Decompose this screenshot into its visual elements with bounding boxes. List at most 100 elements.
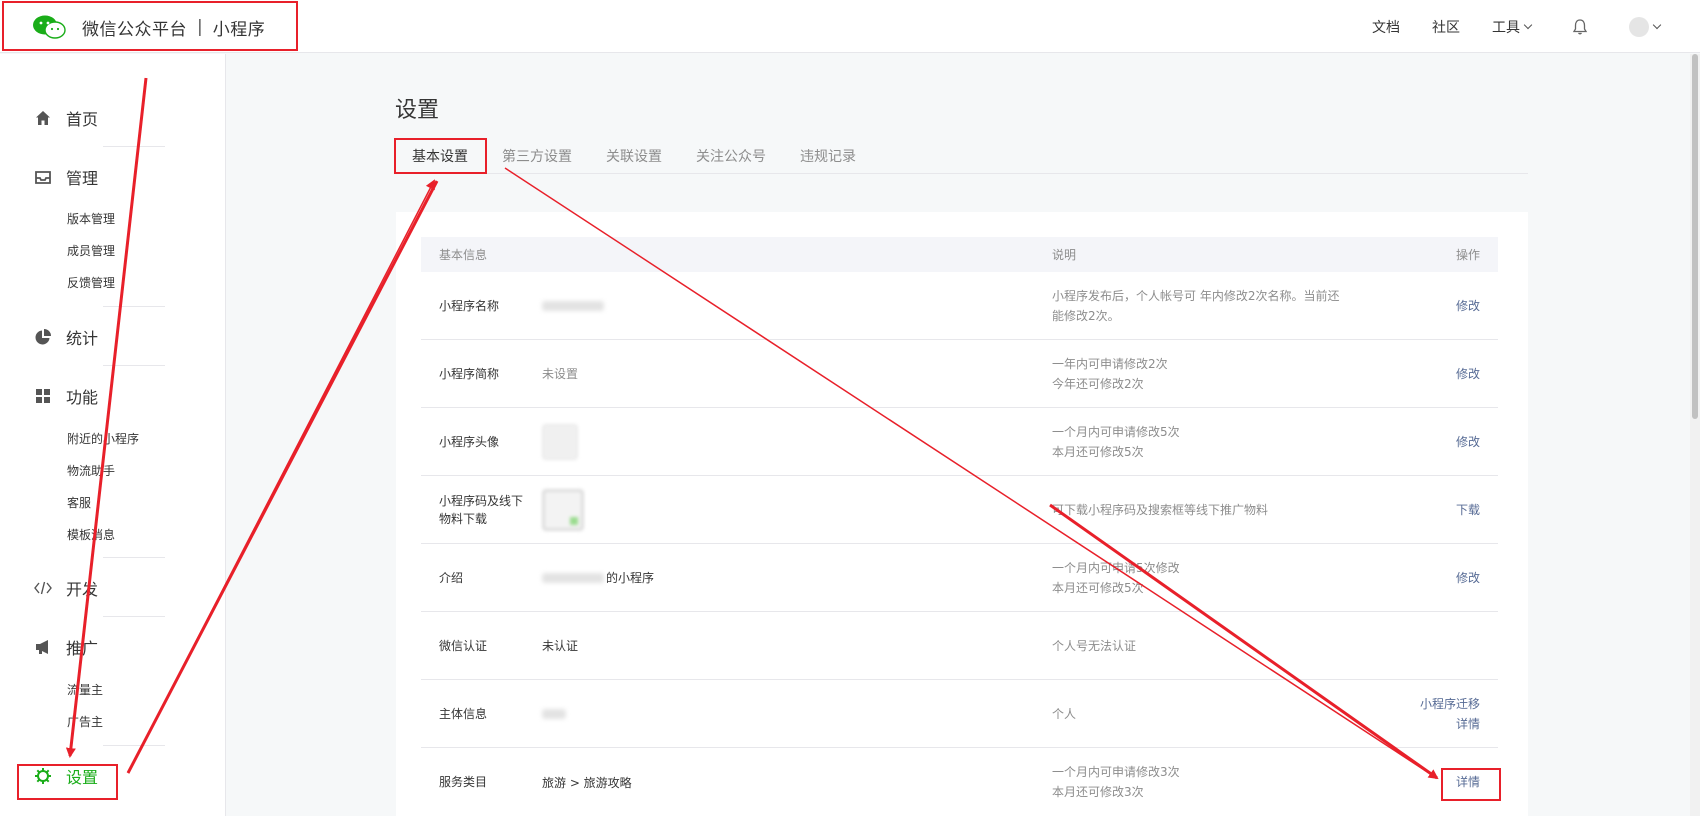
sidebar-item-stats[interactable]: 统计 <box>0 325 165 349</box>
sidebar-subitem-version[interactable]: 版本管理 <box>0 203 115 235</box>
sidebar: 首页 管理 版本管理 成员管理 反馈管理 统计 功能 附近的小程序 物流助手 客… <box>0 54 226 816</box>
sidebar-subitem-advertiser[interactable]: 广告主 <box>0 706 103 738</box>
chevron-down-icon[interactable] <box>1652 20 1662 29</box>
community-link[interactable]: 社区 <box>1432 17 1460 37</box>
docs-link[interactable]: 文档 <box>1372 17 1400 37</box>
row-desc: 个人号无法认证 <box>1052 638 1137 653</box>
row-actions: 小程序迁移 详情 <box>1402 694 1498 734</box>
sidebar-item-label: 功能 <box>66 388 99 407</box>
sidebar-subitem-template[interactable]: 模板消息 <box>0 519 139 551</box>
row-desc: 一年内可申请修改2次 今年还可修改2次 <box>1052 356 1168 391</box>
row-label: 微信认证 <box>439 638 488 653</box>
home-icon <box>34 109 52 127</box>
header-op: 操作 <box>1455 247 1480 262</box>
row-label: 小程序简称 <box>439 366 500 381</box>
row-desc: 一个月内可申请修改5次 本月还可修改5次 <box>1052 424 1180 459</box>
table-row: 服务类目 旅游 > 旅游攻略 一个月内可申请修改3次 本月还可修改3次 详情 <box>421 748 1498 816</box>
row-value: 未设置 <box>542 367 579 381</box>
blurred-value <box>542 572 604 583</box>
row-value: 旅游 > 旅游攻略 <box>542 775 632 790</box>
pie-chart-icon <box>34 328 52 346</box>
divider <box>103 146 165 147</box>
annotation-box-settings <box>17 764 118 800</box>
basic-info-table: 基本信息 说明 操作 小程序名称 小程序发布后，个人帐号可 年内修改2次名称。当… <box>421 237 1498 816</box>
table-row: 小程序码及线下物料下载 可下载小程序码及搜索框等线下推广物料 下载 <box>421 476 1498 544</box>
sidebar-subitem-service[interactable]: 客服 <box>0 487 139 519</box>
table-header: 基本信息 说明 操作 <box>421 237 1498 272</box>
tab-association[interactable]: 关联设置 <box>589 140 679 174</box>
sidebar-item-label: 首页 <box>66 110 99 129</box>
edit-intro-link[interactable]: 修改 <box>1402 568 1498 588</box>
qr-code-icon <box>542 488 584 531</box>
sidebar-subitem-feedback[interactable]: 反馈管理 <box>0 267 115 299</box>
sidebar-item-features[interactable]: 功能 <box>0 384 165 408</box>
divider <box>103 365 165 366</box>
row-desc: 一个月内可申请5次修改 本月还可修改5次 <box>1052 560 1180 595</box>
row-label: 介绍 <box>439 570 464 585</box>
row-label: 小程序头像 <box>439 434 500 449</box>
sidebar-item-promo[interactable]: 推广 <box>0 635 165 659</box>
annotation-box-basic-tab <box>394 138 487 174</box>
row-desc: 一个月内可申请修改3次 本月还可修改3次 <box>1052 765 1180 799</box>
row-label: 小程序码及线下物料下载 <box>439 493 524 526</box>
edit-avatar-link[interactable]: 修改 <box>1402 432 1498 452</box>
migrate-link[interactable]: 小程序迁移 <box>1420 697 1480 711</box>
row-value: 的小程序 <box>606 571 655 585</box>
tab-third-party[interactable]: 第三方设置 <box>485 140 589 174</box>
table-row: 小程序简称 未设置 一年内可申请修改2次 今年还可修改2次 修改 <box>421 340 1498 408</box>
sidebar-item-home[interactable]: 首页 <box>0 106 165 130</box>
scrollbar-thumb[interactable] <box>1692 54 1698 419</box>
avatar-thumbnail <box>542 423 578 460</box>
edit-short-name-link[interactable]: 修改 <box>1402 364 1498 384</box>
tab-violations[interactable]: 违规记录 <box>783 140 873 174</box>
row-label: 小程序名称 <box>439 298 500 313</box>
annotation-box-details <box>1441 768 1501 801</box>
features-submenu: 附近的小程序 物流助手 客服 模板消息 <box>0 423 139 551</box>
chevron-down-icon <box>1523 20 1533 29</box>
divider <box>103 557 165 558</box>
row-desc: 个人 <box>1052 706 1077 721</box>
row-value: 未认证 <box>542 639 579 653</box>
settings-tabs: 基本设置 第三方设置 关联设置 关注公众号 违规记录 <box>395 140 1528 174</box>
sidebar-subitem-publisher[interactable]: 流量主 <box>0 674 103 706</box>
inbox-icon <box>34 168 52 186</box>
tab-follow-account[interactable]: 关注公众号 <box>679 140 783 174</box>
header-desc: 说明 <box>1052 247 1077 262</box>
settings-panel: 基本信息 说明 操作 小程序名称 小程序发布后，个人帐号可 年内修改2次名称。当… <box>396 212 1528 816</box>
sidebar-item-dev[interactable]: 开发 <box>0 576 165 600</box>
download-link[interactable]: 下载 <box>1402 500 1498 520</box>
top-nav: 文档 社区 工具 <box>1340 0 1662 53</box>
scrollbar[interactable] <box>1690 54 1700 816</box>
annotation-box-brand <box>2 1 298 51</box>
table-row: 主体信息 个人 小程序迁移 详情 <box>421 680 1498 748</box>
code-icon <box>34 579 52 597</box>
page-title: 设置 <box>395 98 440 123</box>
sidebar-item-label: 管理 <box>66 169 99 188</box>
grid-icon <box>34 387 52 405</box>
edit-name-link[interactable]: 修改 <box>1402 296 1498 316</box>
bell-icon[interactable] <box>1571 18 1589 36</box>
table-row: 微信认证 未认证 个人号无法认证 <box>421 612 1498 680</box>
sidebar-subitem-logistics[interactable]: 物流助手 <box>0 455 139 487</box>
tools-menu[interactable]: 工具 <box>1492 17 1533 37</box>
sidebar-item-manage[interactable]: 管理 <box>0 165 165 189</box>
row-label: 服务类目 <box>439 775 488 789</box>
sidebar-item-label: 统计 <box>66 329 99 348</box>
blurred-value <box>542 300 604 311</box>
row-label: 主体信息 <box>439 706 488 721</box>
row-desc: 小程序发布后，个人帐号可 年内修改2次名称。当前还 能修改2次。 <box>1052 288 1340 323</box>
sidebar-subitem-nearby[interactable]: 附近的小程序 <box>0 423 139 455</box>
divider <box>103 745 165 746</box>
avatar[interactable] <box>1629 16 1649 37</box>
header-info: 基本信息 <box>439 247 488 262</box>
promo-submenu: 流量主 广告主 <box>0 674 103 738</box>
sidebar-item-label: 开发 <box>66 580 99 599</box>
row-desc: 可下载小程序码及搜索框等线下推广物料 <box>1052 502 1269 517</box>
divider <box>103 306 165 307</box>
manage-submenu: 版本管理 成员管理 反馈管理 <box>0 203 115 299</box>
sidebar-item-label: 推广 <box>66 639 99 658</box>
subject-details-link[interactable]: 详情 <box>1456 717 1480 731</box>
sidebar-subitem-members[interactable]: 成员管理 <box>0 235 115 267</box>
table-row: 小程序名称 小程序发布后，个人帐号可 年内修改2次名称。当前还 能修改2次。 修改 <box>421 272 1498 340</box>
table-row: 小程序头像 一个月内可申请修改5次 本月还可修改5次 修改 <box>421 408 1498 476</box>
